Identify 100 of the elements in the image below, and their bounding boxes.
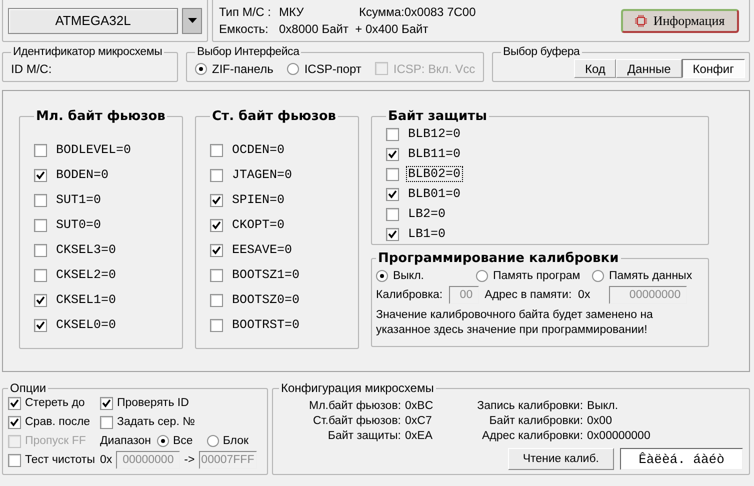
- fuse-label: CKSEL3=0: [55, 243, 118, 257]
- fuse-label: CKSEL2=0: [55, 268, 118, 282]
- checkbox[interactable]: [210, 218, 223, 232]
- checkbox[interactable]: [210, 318, 223, 332]
- fuse-label: CKSEL1=0: [55, 293, 118, 307]
- fuse-label: SPIEN=0: [231, 193, 286, 207]
- radio-button[interactable]: [287, 62, 300, 74]
- radio-label: ZIF-панель: [212, 62, 274, 76]
- group-title: Выбор Интерфейса: [196, 46, 300, 58]
- lock-bit-label: BLB01=0: [407, 187, 462, 201]
- radio-button[interactable]: [376, 270, 388, 282]
- checkbox[interactable]: [34, 268, 47, 282]
- config-label: Запись калибровки:: [477, 399, 584, 414]
- config-value: 0x00: [587, 414, 613, 429]
- radio-button[interactable]: [195, 62, 207, 74]
- checkbox-label: Задать сер. №: [117, 416, 195, 428]
- read-calibration-button[interactable]: Чтение калиб.: [508, 448, 614, 470]
- radio-button[interactable]: [476, 270, 488, 282]
- checkbox[interactable]: [210, 244, 223, 256]
- config-value: Выкл.: [587, 399, 620, 414]
- lock-bit-label: BLB11=0: [407, 147, 462, 161]
- checkbox[interactable]: [34, 144, 47, 156]
- checkbox[interactable]: [8, 396, 21, 410]
- buffer-tab[interactable]: Код: [574, 59, 616, 78]
- lock-bit-label: LB1=0: [407, 227, 447, 241]
- dropdown-button[interactable]: [182, 8, 202, 34]
- checkbox[interactable]: [386, 168, 399, 180]
- buffer-tab[interactable]: Данные: [616, 59, 682, 78]
- checkbox[interactable]: [34, 294, 47, 306]
- checkbox[interactable]: [210, 194, 223, 206]
- fuse-label: SUT0=0: [55, 218, 102, 232]
- lock-bit-label: BLB12=0: [407, 127, 462, 141]
- fuse-label: EESAVE=0: [231, 243, 294, 257]
- checkbox[interactable]: [386, 148, 399, 160]
- group-title: Опции: [9, 381, 48, 395]
- radio-button[interactable]: [592, 270, 604, 282]
- config-label: Ст.байт фьюзов:: [312, 414, 402, 429]
- checkbox[interactable]: [8, 416, 21, 428]
- checkbox[interactable]: [210, 294, 223, 306]
- fuse-label: OCDEN=0: [231, 143, 286, 157]
- type-value: МКУ: [279, 5, 305, 19]
- config-label: Адрес калибровки:: [480, 429, 584, 444]
- group-title: Конфигурация микросхемы: [280, 381, 435, 395]
- checkbox[interactable]: [386, 128, 399, 140]
- group-title: Выбор буфера: [502, 46, 581, 58]
- buffer-tab[interactable]: Конфиг: [682, 59, 745, 78]
- checkbox[interactable]: [34, 168, 47, 182]
- checkbox[interactable]: [210, 168, 223, 182]
- config-label: Байт защиты:: [326, 429, 402, 444]
- fuse-label: BODLEVEL=0: [55, 143, 132, 157]
- calibration-label: Калибровка:: [376, 289, 443, 301]
- checkbox[interactable]: [34, 318, 47, 332]
- config-value: 0x00000000: [587, 429, 650, 444]
- radio-label: Выкл.: [393, 270, 424, 282]
- group-title: Мл. байт фьюзов: [35, 109, 166, 124]
- checkbox[interactable]: [34, 194, 47, 206]
- radio-label: ICSP-порт: [304, 62, 362, 76]
- fuse-label: SUT1=0: [55, 193, 102, 207]
- checkbox-label: ICSP: Вкл. Vcc: [393, 62, 476, 76]
- checkbox[interactable]: [34, 218, 47, 232]
- arrow-text: ->: [184, 454, 195, 466]
- checkbox[interactable]: [386, 208, 399, 220]
- group-title: Ст. байт фьюзов: [211, 109, 338, 124]
- checkbox[interactable]: [386, 228, 399, 240]
- checkbox-label: Пропуск FF: [25, 435, 86, 447]
- status-field: Êàëèá. áàéò: [620, 448, 743, 470]
- checkbox-label: Проверять ID: [117, 397, 189, 409]
- checkbox-label: Срав. после: [25, 416, 90, 428]
- checkbox[interactable]: [8, 454, 21, 466]
- chip-dropdown[interactable]: ATMEGA32L: [8, 8, 178, 34]
- radio-button[interactable]: [206, 435, 219, 447]
- config-label: Мл.байт фьюзов:: [309, 399, 402, 414]
- checkbox[interactable]: [210, 268, 223, 282]
- checkbox-label: Тест чистоты: [25, 454, 95, 466]
- group-title: Идентификатор микросхемы: [12, 46, 164, 58]
- address-label: Адрес в памяти: 0x: [484, 289, 592, 301]
- hex-prefix: 0x: [100, 454, 112, 466]
- checkbox[interactable]: [100, 396, 113, 410]
- config-value: 0xBC: [405, 399, 434, 414]
- radio-label: Память програм: [493, 270, 580, 282]
- group-title: Программирование калибровки: [377, 251, 620, 266]
- capacity-label: Емкость:: [219, 22, 270, 36]
- fuse-label: BOOTSZ1=0: [231, 268, 301, 282]
- checkbox[interactable]: [34, 244, 47, 256]
- chip-icon: [635, 14, 648, 26]
- checkbox[interactable]: [100, 416, 113, 428]
- checkbox[interactable]: [210, 144, 223, 156]
- checkbox[interactable]: [386, 188, 399, 200]
- radio-button[interactable]: [157, 435, 169, 447]
- checkbox-label: Стереть до: [25, 397, 85, 409]
- fuse-label: CKSEL0=0: [55, 318, 118, 332]
- info-button[interactable]: Информация: [621, 8, 739, 32]
- calibration-note: Значение калибровочного байта будет заменено на указанное здесь значение при программировании!: [376, 308, 654, 338]
- lock-bit-label: LB2=0: [407, 207, 447, 221]
- checksum-text: Ксумма:0x0083 7C00: [359, 5, 476, 19]
- lock-bit-label: BLB02=0: [407, 167, 462, 181]
- group-title: Байт защиты: [387, 109, 488, 124]
- chip-id-label: ID М/С:: [11, 62, 52, 76]
- fuse-label: BOOTSZ0=0: [231, 293, 301, 307]
- fuse-label: CKOPT=0: [231, 218, 286, 232]
